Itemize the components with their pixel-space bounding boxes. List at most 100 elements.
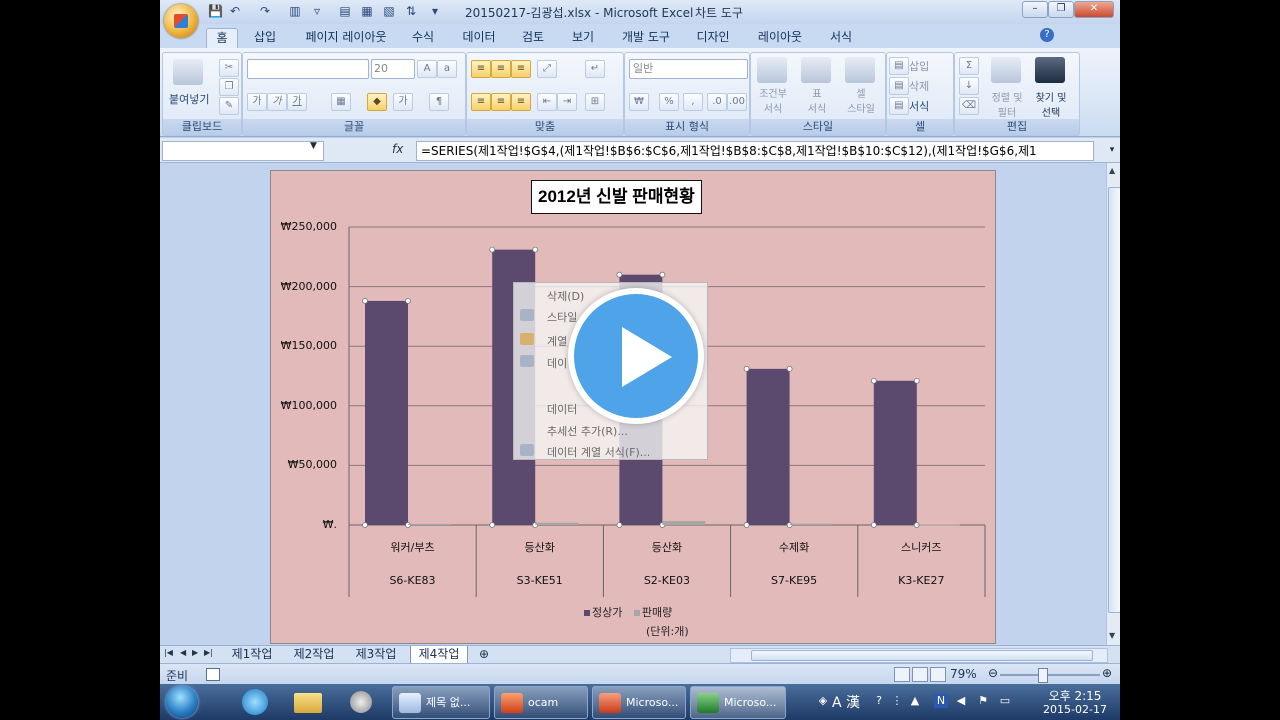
filter-icon[interactable]: ▿ [310, 4, 324, 18]
tab-developer[interactable]: 개발 도구 [616, 28, 676, 48]
merge-center-icon[interactable]: ⊞ [585, 93, 605, 111]
preview-icon[interactable]: ▧ [382, 4, 396, 18]
underline-button[interactable]: 가 [287, 93, 307, 111]
first-sheet-icon[interactable]: |◀ [164, 648, 173, 657]
tab-home[interactable]: 홈 [206, 28, 238, 49]
cell-styles-icon[interactable] [845, 57, 875, 83]
menu-item-delete[interactable]: 삭제(D) [547, 288, 584, 304]
percent-button[interactable]: % [659, 93, 679, 111]
sort-filter-icon[interactable] [991, 57, 1021, 83]
find-binoculars-icon[interactable] [1035, 57, 1065, 83]
tab-data[interactable]: 데이터 [456, 28, 502, 48]
explorer-folder-icon[interactable] [290, 687, 330, 717]
grow-font-icon[interactable]: A [417, 60, 437, 78]
chart-legend[interactable]: 정상가 판매량 [584, 604, 672, 620]
zoom-level[interactable]: 79% [950, 667, 977, 681]
copy-icon[interactable]: ❐ [219, 78, 239, 96]
video-play-button[interactable] [568, 288, 704, 424]
menu-item-format-series[interactable]: 데이터 계열 서식(F)... [547, 444, 650, 460]
zoom-in-icon[interactable]: ⊕ [1102, 666, 1112, 680]
clock-time[interactable]: 오후 2:15 [1040, 687, 1110, 704]
name-box-dropdown-icon[interactable]: ▼ [310, 141, 317, 151]
page-layout-view-icon[interactable] [912, 667, 928, 682]
help-icon[interactable]: ? [1040, 28, 1054, 42]
scroll-down-icon[interactable]: ▼ [1109, 631, 1115, 640]
autosum-icon[interactable]: Σ [959, 57, 979, 75]
scroll-up-icon[interactable]: ▲ [1109, 166, 1115, 175]
menu-item-style[interactable]: 스타일 [547, 309, 577, 325]
decrease-indent-icon[interactable]: ⇤ [537, 93, 557, 111]
tab-insert[interactable]: 삽입 [248, 28, 282, 48]
currency-button[interactable]: ₩ [629, 93, 649, 111]
align-middle-icon[interactable]: ≡ [491, 60, 511, 78]
tab-layout[interactable]: 레이아웃 [750, 28, 810, 48]
conditional-format-button[interactable]: 조건부 서식 [757, 85, 789, 115]
start-button[interactable] [166, 686, 198, 718]
page-break-view-icon[interactable] [930, 667, 946, 682]
italic-button[interactable]: 가 [267, 93, 287, 111]
menu-item-data[interactable]: 데이 [547, 355, 567, 371]
office-button[interactable] [164, 4, 198, 38]
shrink-font-icon[interactable]: a [437, 60, 457, 78]
increase-indent-icon[interactable]: ⇥ [557, 93, 577, 111]
font-name-select[interactable] [247, 59, 369, 79]
cut-icon[interactable]: ✂ [219, 59, 239, 77]
chart-title[interactable]: 2012년 신발 판매현황 [531, 180, 702, 214]
sort-icon[interactable]: ⇅ [404, 4, 418, 18]
menu-item-series[interactable]: 계열 [547, 333, 567, 349]
chart-icon[interactable]: ▥ [288, 4, 302, 18]
tab-view[interactable]: 보기 [566, 28, 600, 48]
find-select-button[interactable]: 찾기 및 선택 [1029, 89, 1073, 119]
align-left-icon[interactable]: ≡ [471, 93, 491, 111]
macro-record-icon[interactable] [206, 668, 220, 681]
save-icon[interactable]: 💾 [208, 4, 223, 18]
table-format-button[interactable]: 표 서식 [801, 85, 833, 115]
next-sheet-icon[interactable]: ▶ [192, 648, 198, 657]
cell-styles-button[interactable]: 셀 스타일 [841, 85, 881, 115]
tab-review[interactable]: 검토 [516, 28, 550, 48]
align-center-icon[interactable]: ≡ [491, 93, 511, 111]
minimize-button[interactable]: – [1022, 1, 1048, 18]
align-bottom-icon[interactable]: ≡ [511, 60, 531, 78]
last-sheet-icon[interactable]: ▶| [204, 648, 213, 657]
expand-formula-icon[interactable]: ▾ [1106, 141, 1118, 159]
insert-cells-button[interactable]: 삽입 [909, 58, 929, 74]
horizontal-scrollbar[interactable] [730, 648, 1108, 663]
format-painter-icon[interactable]: ✎ [219, 97, 239, 115]
restore-button[interactable]: ❐ [1048, 1, 1074, 18]
fill-color-icon[interactable]: ◆ [367, 93, 387, 111]
name-box[interactable] [162, 141, 324, 161]
comma-icon[interactable]: , [683, 93, 703, 111]
paste-icon[interactable] [173, 59, 203, 85]
customize-qat-icon[interactable]: ▾ [428, 4, 442, 18]
format-cells-button[interactable]: 서식 [909, 98, 929, 114]
task-excel[interactable]: Microso... [690, 686, 786, 719]
display-icon[interactable]: ▭ [998, 694, 1012, 708]
ime-shield-icon[interactable]: ◈ [816, 694, 830, 708]
bold-button[interactable]: 가 [247, 93, 267, 111]
menu-item-add-trendline[interactable]: 추세선 추가(R)... [547, 423, 628, 439]
clock-date[interactable]: 2015-02-17 [1035, 703, 1115, 716]
table-format-icon[interactable] [801, 57, 831, 83]
task-ocam[interactable]: ocam [494, 686, 588, 719]
task-powerpoint[interactable]: Microso... [592, 686, 686, 719]
sheet-tab-3[interactable]: 제3작업 [348, 646, 404, 663]
sheet-tab-2[interactable]: 제2작업 [286, 646, 342, 663]
vertical-scroll-thumb[interactable] [1108, 187, 1120, 613]
sheet-tab-1[interactable]: 제1작업 [224, 646, 280, 663]
vertical-scrollbar[interactable]: ▲ ▼ [1106, 163, 1120, 645]
clear-icon[interactable]: ⌫ [959, 97, 979, 115]
border-icon[interactable]: ▦ [331, 93, 351, 111]
fill-icon[interactable]: ↓ [959, 77, 979, 95]
media-icon[interactable] [342, 687, 382, 717]
ime-tools-icon[interactable]: ⋮ [890, 694, 904, 708]
print-icon[interactable]: ▦ [360, 4, 374, 18]
orientation-icon[interactable]: ⤢ [537, 60, 557, 78]
formula-input[interactable]: =SERIES(제1작업!$G$4,(제1작업!$B$6:$C$6,제1작업!$… [416, 141, 1094, 161]
show-hidden-icons[interactable]: ▲ [908, 694, 922, 708]
close-button[interactable]: ✕ [1074, 1, 1114, 18]
prev-sheet-icon[interactable]: ◀ [180, 648, 186, 657]
font-size-select[interactable]: 20 [371, 59, 415, 79]
zoom-out-icon[interactable]: ⊖ [988, 666, 998, 680]
align-right-icon[interactable]: ≡ [511, 93, 531, 111]
